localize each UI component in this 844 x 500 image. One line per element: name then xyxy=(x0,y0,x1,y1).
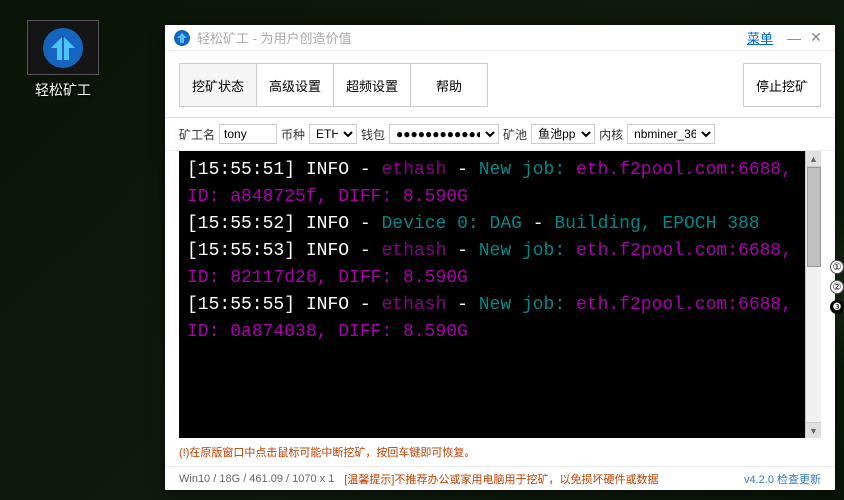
stop-mining-button[interactable]: 停止挖矿 xyxy=(743,63,821,107)
scrollbar: ▲ ▼ xyxy=(805,151,821,438)
coin-select[interactable]: ETH xyxy=(309,124,357,144)
app-icon xyxy=(27,20,99,75)
scrollbar-thumb[interactable] xyxy=(807,167,821,267)
console[interactable]: [15:55:51] INFO - ethash - New job: eth.… xyxy=(179,151,821,438)
titlebar-app-icon xyxy=(173,29,191,47)
core-label: 内核 xyxy=(599,126,623,143)
console-line: [15:55:51] INFO - ethash - New job: eth.… xyxy=(187,157,813,211)
menu-link[interactable]: 菜单 xyxy=(747,28,773,47)
wallet-select[interactable]: ●●●●●●●●●●●●● xyxy=(389,124,499,144)
scroll-down-button[interactable]: ▼ xyxy=(806,422,821,438)
indicator-1[interactable]: ① xyxy=(830,260,844,274)
tab-help[interactable]: 帮助 xyxy=(410,63,488,107)
wallet-label: 钱包 xyxy=(361,126,385,143)
app-window: 轻松矿工 - 为用户创造价值 菜单 — ✕ 挖矿状态 高级设置 超频设置 帮助 … xyxy=(165,25,835,490)
version-check-update[interactable]: v4.2.0 检查更新 xyxy=(744,471,821,487)
coin-label: 币种 xyxy=(281,126,305,143)
hint-row: (!)在原版窗口中点击鼠标可能中断挖矿，按回车键即可恢复。 xyxy=(165,438,835,466)
scroll-up-button[interactable]: ▲ xyxy=(806,151,821,167)
config-row: 矿工名 币种 ETH 钱包 ●●●●●●●●●●●●● 矿池 鱼池pps+ 内核… xyxy=(165,118,835,151)
console-line: [15:55:55] INFO - ethash - New job: eth.… xyxy=(187,292,813,346)
minimize-button[interactable]: — xyxy=(783,29,805,47)
system-info: Win10 / 18G / 461.09 / 1070 x 1 xyxy=(179,473,334,485)
pool-label: 矿池 xyxy=(503,126,527,143)
status-warning: [温馨提示]不推荐办公或家用电脑用于挖矿，以免损坏硬件或数据 xyxy=(344,471,744,487)
console-hint: (!)在原版窗口中点击鼠标可能中断挖矿，按回车键即可恢复。 xyxy=(179,447,475,459)
indicator-3[interactable]: ❸ xyxy=(830,300,844,314)
miner-name-label: 矿工名 xyxy=(179,126,215,143)
desktop-shortcut[interactable]: 轻松矿工 xyxy=(8,20,118,100)
titlebar[interactable]: 轻松矿工 - 为用户创造价值 菜单 — ✕ xyxy=(165,25,835,51)
toolbar: 挖矿状态 高级设置 超频设置 帮助 停止挖矿 xyxy=(165,51,835,118)
console-line: [15:55:53] INFO - ethash - New job: eth.… xyxy=(187,238,813,292)
pool-select[interactable]: 鱼池pps+ xyxy=(531,124,595,144)
desktop-shortcut-label: 轻松矿工 xyxy=(8,80,118,100)
tab-overclock-settings[interactable]: 超频设置 xyxy=(333,63,411,107)
miner-name-input[interactable] xyxy=(219,124,277,144)
tab-mining-status[interactable]: 挖矿状态 xyxy=(179,63,257,107)
side-indicators: ① ② ❸ xyxy=(830,260,844,314)
console-wrap: [15:55:51] INFO - ethash - New job: eth.… xyxy=(179,151,821,438)
indicator-2[interactable]: ② xyxy=(830,280,844,294)
window-title: 轻松矿工 - 为用户创造价值 xyxy=(197,28,747,47)
statusbar: Win10 / 18G / 461.09 / 1070 x 1 [温馨提示]不推… xyxy=(165,466,835,490)
core-select[interactable]: nbminer_36.0 xyxy=(627,124,715,144)
tab-advanced-settings[interactable]: 高级设置 xyxy=(256,63,334,107)
console-line: [15:55:52] INFO - Device 0: DAG - Buildi… xyxy=(187,211,813,238)
close-button[interactable]: ✕ xyxy=(805,29,827,47)
